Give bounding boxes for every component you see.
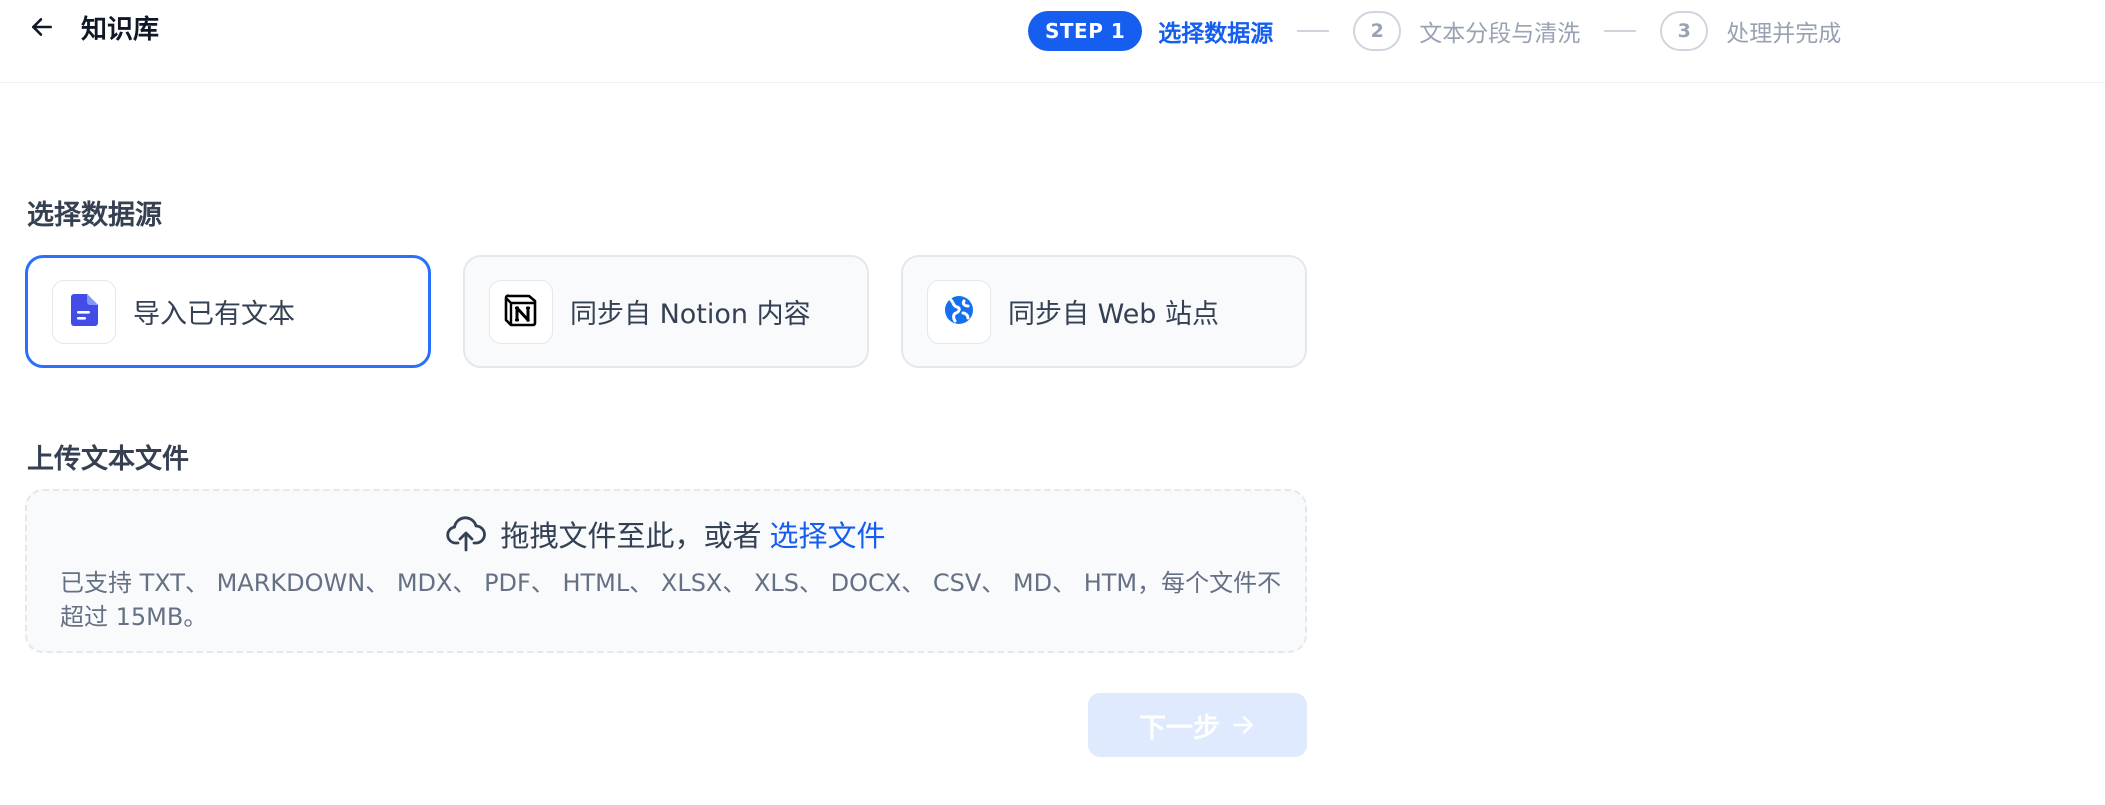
datasource-title: 选择数据源 xyxy=(27,200,162,231)
dropzone-prompt: 拖拽文件至此，或者 选择文件 xyxy=(27,513,1305,555)
step-3-number: 3 xyxy=(1660,11,1709,51)
stepper: STEP 1 选择数据源 2 文本分段与清洗 3 处理并完成 xyxy=(1028,10,1841,52)
next-step-button[interactable]: 下一步 xyxy=(1088,693,1307,757)
browse-files-link[interactable]: 选择文件 xyxy=(770,513,886,555)
document-icon xyxy=(70,293,98,330)
step-2-number: 2 xyxy=(1353,11,1402,51)
datasource-option-label: 同步自 Notion 内容 xyxy=(570,299,811,330)
step-2-label: 文本分段与清洗 xyxy=(1419,21,1581,47)
cloud-upload-icon xyxy=(446,516,487,552)
card-icon-container xyxy=(489,279,553,344)
page-title: 知识库 xyxy=(81,15,160,45)
upload-title: 上传文本文件 xyxy=(27,444,189,475)
datasource-option-label: 同步自 Web 站点 xyxy=(1008,299,1220,330)
step-divider xyxy=(1604,30,1637,32)
web-globe-icon xyxy=(943,294,975,330)
datasource-option-web[interactable]: 同步自 Web 站点 xyxy=(901,255,1307,368)
arrow-left-icon xyxy=(29,14,55,44)
step-1-label: 选择数据源 xyxy=(1158,21,1274,47)
card-icon-container xyxy=(52,279,116,344)
datasource-option-file[interactable]: 导入已有文本 xyxy=(25,255,431,368)
next-step-label: 下一步 xyxy=(1139,712,1220,743)
notion-icon xyxy=(504,293,538,331)
datasource-options: 导入已有文本 同步自 Notion 内容 同步自 Web 站点 xyxy=(25,255,1307,368)
top-bar: 知识库 STEP 1 选择数据源 2 文本分段与清洗 3 处理并完成 xyxy=(0,0,2105,83)
card-icon-container xyxy=(927,279,991,344)
file-dropzone[interactable]: 拖拽文件至此，或者 选择文件 已支持 TXT、 MARKDOWN、 MDX、 P… xyxy=(25,489,1307,653)
step-1-badge: STEP 1 xyxy=(1028,11,1143,51)
datasource-option-notion[interactable]: 同步自 Notion 内容 xyxy=(463,255,869,368)
back-button[interactable] xyxy=(27,14,57,44)
supported-formats-hint: 已支持 TXT、 MARKDOWN、 MDX、 PDF、 HTML、 XLSX、… xyxy=(60,569,1282,631)
step-3-label: 处理并完成 xyxy=(1726,21,1842,47)
datasource-option-label: 导入已有文本 xyxy=(133,299,295,330)
arrow-right-icon xyxy=(1230,712,1256,738)
dropzone-text: 拖拽文件至此，或者 xyxy=(500,519,762,553)
step-divider xyxy=(1297,30,1330,32)
